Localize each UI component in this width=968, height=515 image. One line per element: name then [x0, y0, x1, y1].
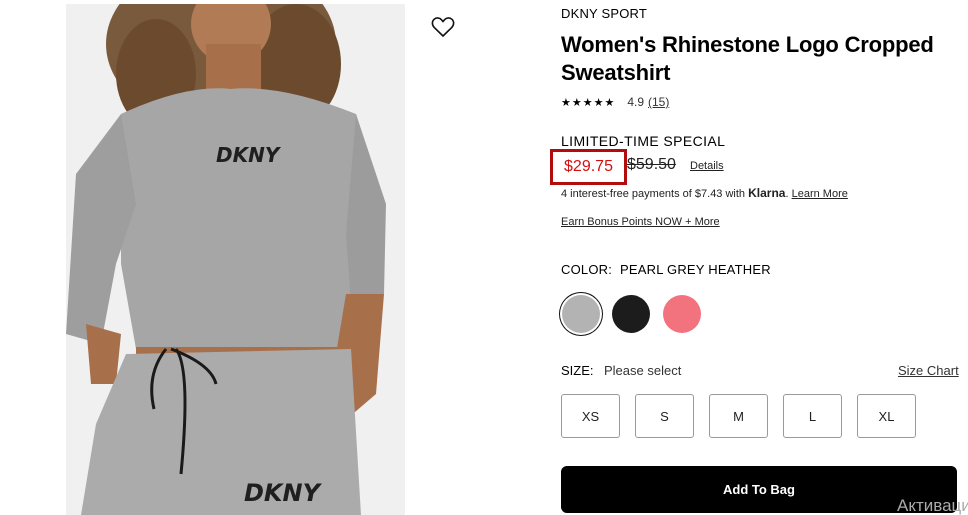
original-price: $59.50: [627, 156, 676, 173]
selected-color-name: PEARL GREY HEATHER: [620, 262, 771, 277]
product-photo: DKNY DKNY: [66, 4, 405, 515]
rating: ★★★★★ 4.9 (15): [561, 95, 669, 109]
rating-value: 4.9: [627, 95, 644, 109]
size-option-xl[interactable]: XL: [857, 394, 916, 438]
chest-logo: DKNY: [216, 143, 282, 167]
heart-icon: [431, 17, 455, 37]
product-title: Women's Rhinestone Logo Cropped Sweatshi…: [561, 32, 934, 85]
size-label: SIZE:: [561, 363, 594, 378]
bonus-points-link[interactable]: Earn Bonus Points NOW + More: [561, 216, 720, 228]
klarna-logo: Klarna: [748, 186, 786, 200]
size-option-s[interactable]: S: [635, 394, 694, 438]
price-details-link[interactable]: Details: [690, 160, 724, 172]
wishlist-button[interactable]: [429, 13, 457, 41]
promo-label: LIMITED-TIME SPECIAL: [561, 133, 726, 149]
size-prompt: Please select: [604, 363, 682, 378]
klarna-learn-more-link[interactable]: Learn More: [792, 188, 848, 200]
color-swatch-black[interactable]: [612, 295, 650, 333]
sale-price-highlight: $29.75: [550, 149, 627, 185]
activation-watermark: Активация: [897, 496, 968, 515]
color-swatch-pink[interactable]: [663, 295, 701, 333]
size-option-l[interactable]: L: [783, 394, 842, 438]
review-count-link[interactable]: (15): [648, 95, 669, 109]
klarna-message: 4 interest-free payments of $7.43 with K…: [561, 186, 848, 200]
product-image: DKNY DKNY: [66, 4, 405, 515]
color-swatch-pearl-grey-heather[interactable]: [562, 295, 600, 333]
klarna-text: 4 interest-free payments of $7.43 with: [561, 188, 749, 200]
star-rating-icon: ★★★★★: [561, 96, 616, 109]
brand-name[interactable]: DKNY SPORT: [561, 6, 647, 21]
color-selection: COLOR: PEARL GREY HEATHER: [561, 262, 771, 277]
pants-logo: DKNY: [244, 479, 323, 507]
size-option-xs[interactable]: XS: [561, 394, 620, 438]
sale-price: $29.75: [564, 158, 613, 175]
size-option-m[interactable]: M: [709, 394, 768, 438]
color-label: COLOR:: [561, 262, 613, 277]
size-chart-link[interactable]: Size Chart: [898, 363, 959, 378]
